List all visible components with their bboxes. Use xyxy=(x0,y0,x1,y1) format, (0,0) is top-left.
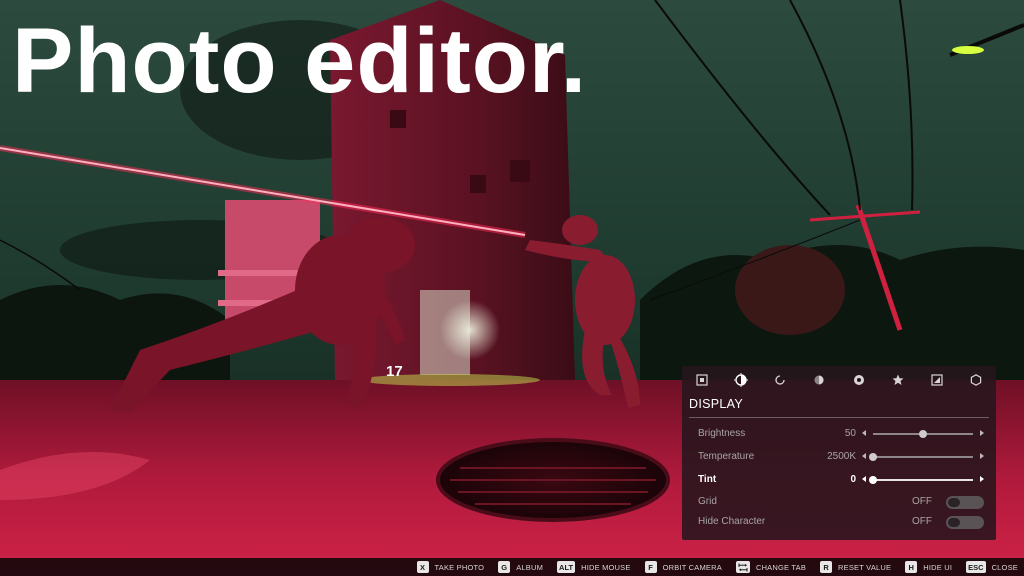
setting-value: 2500K xyxy=(827,451,856,462)
setting-value: OFF xyxy=(912,516,932,527)
key-badge: R xyxy=(820,561,833,573)
hint-label: ALBUM xyxy=(516,562,544,572)
tab-color[interactable] xyxy=(808,369,830,391)
hint-label: TAKE PHOTO xyxy=(434,562,485,572)
setting-value: 50 xyxy=(844,428,856,439)
tab-stickers[interactable] xyxy=(887,369,909,391)
setting-row-brightness[interactable]: Brightness 50 xyxy=(682,425,996,445)
setting-label: Temperature xyxy=(698,451,755,462)
hexagon-icon xyxy=(971,374,982,386)
exposure-icon xyxy=(733,373,748,387)
hint-label: HIDE MOUSE xyxy=(581,562,631,572)
aperture-icon xyxy=(853,375,864,385)
tab-display[interactable] xyxy=(730,369,752,391)
tint-slider[interactable] xyxy=(869,476,973,484)
hint-label: CHANGE TAB xyxy=(755,562,807,572)
hint-close[interactable]: ESC CLOSE xyxy=(966,561,1018,573)
setting-value: 0 xyxy=(850,474,856,485)
setting-label: Grid xyxy=(698,496,717,507)
hint-label: HIDE UI xyxy=(923,562,953,572)
setting-value: OFF xyxy=(912,496,932,507)
slider-handle[interactable] xyxy=(919,430,927,438)
setting-row-temperature[interactable]: Temperature 2500K xyxy=(682,448,996,468)
increase-arrow-icon[interactable] xyxy=(980,453,984,459)
setting-label: Brightness xyxy=(698,428,746,439)
toggle-knob xyxy=(948,498,960,507)
key-badge: G xyxy=(498,561,511,573)
key-badge: ESC xyxy=(966,561,986,573)
slider-handle[interactable] xyxy=(869,453,877,461)
hide-character-toggle[interactable] xyxy=(946,516,984,529)
temperature-slider[interactable] xyxy=(869,453,973,461)
hint-album[interactable]: G ALBUM xyxy=(498,561,543,573)
photo-mode-panel: DISPLAY Brightness 50 Temperature 2500K … xyxy=(682,366,996,540)
tab-lens[interactable] xyxy=(769,369,791,391)
frame-border-icon xyxy=(931,374,943,386)
hint-hide-mouse[interactable]: ALT HIDE MOUSE xyxy=(557,561,631,573)
increase-arrow-icon[interactable] xyxy=(980,476,984,482)
key-badge: X xyxy=(416,561,429,573)
setting-label: Tint xyxy=(698,474,717,485)
hint-label: CLOSE xyxy=(991,562,1018,572)
hint-label: ORBIT CAMERA xyxy=(662,562,722,572)
hint-orbit-camera[interactable]: F ORBIT CAMERA xyxy=(644,561,722,573)
hint-list: X TAKE PHOTO G ALBUM ALT HIDE MOUSE F OR… xyxy=(403,558,1018,576)
tab-key-icon xyxy=(738,563,748,571)
lens-icon xyxy=(775,375,785,385)
hint-take-photo[interactable]: X TAKE PHOTO xyxy=(416,561,485,573)
tab-frames[interactable] xyxy=(926,369,948,391)
decrease-arrow-icon[interactable] xyxy=(862,430,866,436)
hint-hide-ui[interactable]: H HIDE UI xyxy=(905,561,952,573)
star-icon xyxy=(892,374,904,385)
setting-row-grid[interactable]: Grid OFF xyxy=(682,493,996,513)
section-divider xyxy=(689,417,989,418)
grid-toggle[interactable] xyxy=(946,496,984,509)
tab-camera[interactable] xyxy=(691,369,713,391)
tab-misc[interactable] xyxy=(965,369,987,391)
setting-row-tint[interactable]: Tint 0 xyxy=(682,471,996,491)
color-filter-icon xyxy=(814,375,824,385)
panel-tab-bar xyxy=(682,366,996,394)
setting-row-hide-character[interactable]: Hide Character OFF xyxy=(682,513,996,533)
key-badge xyxy=(735,561,750,573)
photo-counter: 17 xyxy=(386,363,403,380)
toggle-knob xyxy=(948,518,960,527)
controls-hint-bar: X TAKE PHOTO G ALBUM ALT HIDE MOUSE F OR… xyxy=(0,558,1024,576)
camera-frame-icon xyxy=(696,374,708,386)
hint-label: RESET VALUE xyxy=(838,562,892,572)
key-badge: ALT xyxy=(557,561,576,573)
brightness-slider[interactable] xyxy=(873,430,973,438)
setting-label: Hide Character xyxy=(698,516,766,527)
decrease-arrow-icon[interactable] xyxy=(862,476,866,482)
section-title: DISPLAY xyxy=(689,397,743,411)
decrease-arrow-icon[interactable] xyxy=(862,453,866,459)
hint-reset-value[interactable]: R RESET VALUE xyxy=(820,561,891,573)
slider-handle[interactable] xyxy=(869,476,877,484)
increase-arrow-icon[interactable] xyxy=(980,430,984,436)
headline-title: Photo editor. xyxy=(12,10,588,112)
key-badge: F xyxy=(644,561,657,573)
tab-aperture[interactable] xyxy=(848,369,870,391)
key-badge: H xyxy=(905,561,918,573)
hint-change-tab[interactable]: CHANGE TAB xyxy=(735,561,807,573)
